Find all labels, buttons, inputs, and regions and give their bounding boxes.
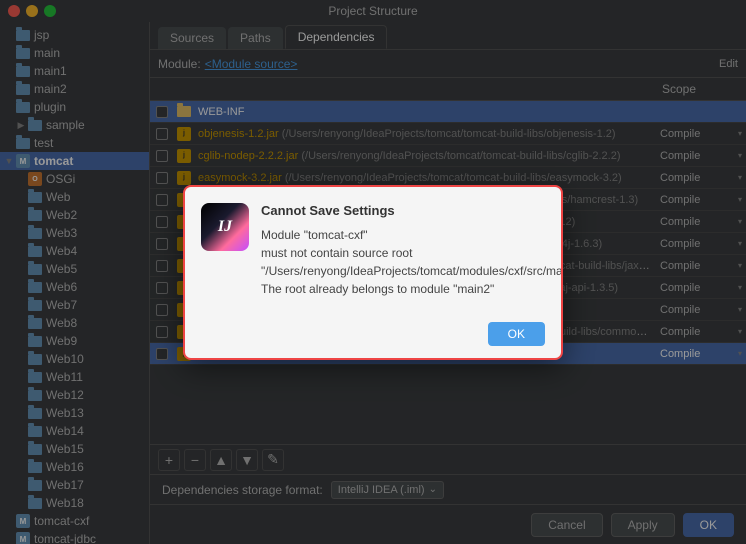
error-dialog-footer: OK [185,314,561,358]
error-line3: "/Users/renyong/IdeaProjects/tomcat/modu… [261,264,563,278]
main-window: Project Structure jsp main main1 main2 [0,0,746,544]
modal-overlay: IJ Cannot Save Settings Module "tomcat-c… [0,0,746,544]
error-dialog-content: IJ Cannot Save Settings Module "tomcat-c… [185,187,561,314]
error-line2: must not contain source root [261,246,412,260]
error-title: Cannot Save Settings [261,203,563,218]
error-text-area: Cannot Save Settings Module "tomcat-cxf"… [261,203,563,298]
error-dialog: IJ Cannot Save Settings Module "tomcat-c… [183,185,563,360]
error-body: Module "tomcat-cxf" must not contain sou… [261,226,563,298]
error-line4: The root already belongs to module "main… [261,282,494,296]
intellij-logo: IJ [201,203,249,251]
error-line1: Module "tomcat-cxf" [261,228,368,242]
error-ok-button[interactable]: OK [488,322,545,346]
